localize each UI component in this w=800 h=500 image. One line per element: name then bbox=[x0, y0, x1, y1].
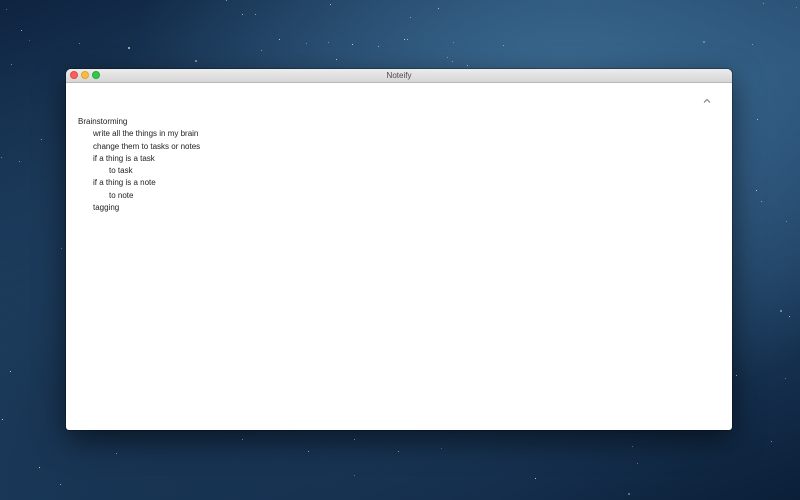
star bbox=[438, 8, 439, 9]
star bbox=[60, 484, 61, 485]
star bbox=[786, 221, 787, 222]
star bbox=[780, 310, 782, 312]
star bbox=[41, 139, 42, 140]
star bbox=[398, 451, 399, 452]
star bbox=[279, 39, 280, 40]
star bbox=[336, 59, 337, 60]
star bbox=[2, 419, 3, 420]
title-bar[interactable]: Noteify bbox=[66, 69, 732, 83]
star bbox=[736, 375, 737, 376]
star bbox=[756, 190, 757, 191]
star bbox=[789, 316, 790, 317]
star bbox=[763, 3, 764, 4]
star bbox=[752, 44, 753, 45]
editor-area[interactable]: Brainstorming write all the things in my… bbox=[66, 83, 732, 430]
star bbox=[261, 50, 262, 51]
star bbox=[407, 39, 408, 40]
outline-item[interactable]: if a thing is a task bbox=[78, 153, 200, 165]
star bbox=[61, 248, 62, 249]
app-window: Noteify Brainstorming write all the thin… bbox=[66, 69, 732, 430]
star bbox=[242, 14, 243, 15]
star bbox=[79, 43, 80, 44]
star bbox=[29, 40, 30, 41]
star bbox=[453, 42, 454, 43]
star bbox=[447, 57, 448, 58]
outline-item[interactable]: to task bbox=[78, 165, 200, 177]
star bbox=[255, 14, 256, 15]
star bbox=[21, 30, 22, 31]
star bbox=[628, 493, 630, 495]
outline-item[interactable]: tagging bbox=[78, 202, 200, 214]
star bbox=[404, 39, 405, 40]
outline-list: Brainstorming write all the things in my… bbox=[78, 116, 200, 214]
star bbox=[354, 475, 355, 476]
star bbox=[10, 371, 11, 372]
star bbox=[785, 378, 786, 379]
star bbox=[195, 60, 197, 62]
star bbox=[308, 451, 309, 452]
chevron-up-icon bbox=[703, 98, 711, 103]
outline-item[interactable]: Brainstorming bbox=[78, 116, 200, 128]
star bbox=[452, 61, 453, 62]
star bbox=[796, 7, 797, 8]
star bbox=[535, 478, 536, 479]
outline-item[interactable]: change them to tasks or notes bbox=[78, 141, 200, 153]
star bbox=[354, 439, 355, 440]
star bbox=[1, 157, 2, 158]
window-title: Noteify bbox=[386, 71, 412, 80]
outline-item[interactable]: write all the things in my brain bbox=[78, 128, 200, 140]
star bbox=[306, 43, 307, 44]
star bbox=[771, 441, 772, 442]
star bbox=[761, 201, 762, 202]
outline-item[interactable]: if a thing is a note bbox=[78, 177, 200, 189]
star bbox=[352, 44, 353, 45]
star bbox=[441, 448, 442, 449]
star bbox=[19, 161, 20, 162]
star bbox=[757, 119, 758, 120]
star bbox=[330, 4, 331, 5]
star bbox=[11, 64, 12, 65]
star bbox=[6, 9, 7, 10]
star bbox=[503, 45, 504, 46]
star bbox=[378, 46, 379, 47]
star bbox=[242, 439, 243, 440]
star bbox=[226, 0, 227, 1]
collapse-button[interactable] bbox=[702, 96, 712, 106]
star bbox=[410, 17, 411, 18]
star bbox=[632, 446, 633, 447]
star bbox=[637, 463, 638, 464]
outline-item[interactable]: to note bbox=[78, 190, 200, 202]
star bbox=[467, 65, 468, 66]
star bbox=[116, 453, 117, 454]
star bbox=[703, 41, 705, 43]
star bbox=[39, 467, 40, 468]
star bbox=[128, 47, 130, 49]
star bbox=[328, 42, 329, 43]
